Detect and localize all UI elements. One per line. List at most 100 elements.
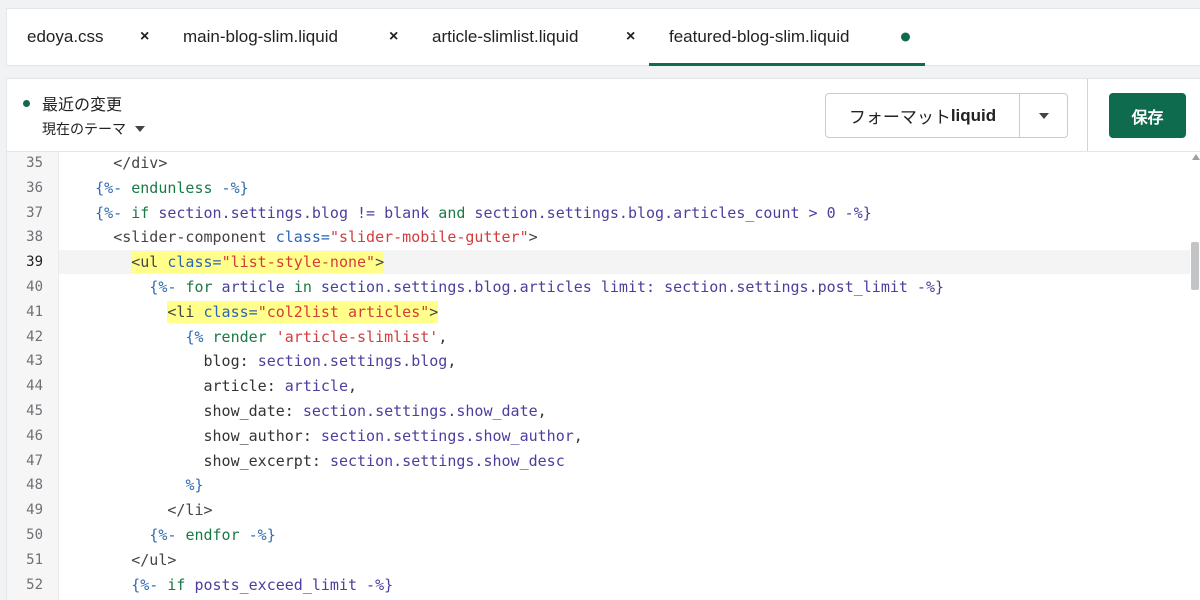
code-content: article: article, [204,377,358,395]
code-token: section.settings.blog [257,352,448,371]
code-content: %} [185,476,203,494]
close-icon[interactable]: × [626,28,635,46]
editor-tab-bar: edoya.css × main-blog-slim.liquid × arti… [6,8,1200,66]
code-content: blog: section.settings.blog, [204,352,457,370]
code-content: show_date: section.settings.show_date, [204,402,547,420]
code-content: </li> [167,501,212,519]
code-line[interactable]: </ul> [59,548,1190,572]
code-token: > [375,253,385,272]
line-number: 49 [26,502,43,519]
code-token: , [573,426,583,445]
code-token: {% [185,327,213,346]
code-line[interactable]: </li> [59,498,1190,522]
line-number: 40 [26,279,43,295]
line-number: 48 [26,477,43,494]
tab-featured-blog-slim[interactable]: featured-blog-slim.liquid [649,9,925,66]
code-token: {%- [149,526,186,544]
code-line[interactable]: {%- endunless -%} [59,176,1190,200]
code-token: -%} [212,178,249,197]
code-line[interactable]: <slider-component class="slider-mobile-g… [59,225,1190,249]
code-line[interactable]: {%- if section.settings.blog != blank an… [59,201,1190,225]
code-line[interactable]: <ul class="list-style-none"> [59,250,1190,275]
tab-label: main-blog-slim.liquid [183,27,338,46]
code-token: if [131,203,150,222]
code-token: section.settings.show_desc [329,451,565,470]
line-number: 46 [26,427,43,444]
close-icon[interactable]: × [389,28,398,46]
code-token: section.settings.blog != blank [149,203,439,222]
line-number: 50 [26,527,43,543]
code-content: {%- endfor -%} [149,526,275,544]
caret-down-icon [135,126,145,132]
code-token: {%- [95,203,132,222]
theme-select[interactable]: 現在のテーマ [42,119,145,139]
code-token: "col2list articles" [257,302,430,321]
format-button-group: フォーマット liquid [825,93,1068,138]
code-token: section.settings.show_author [320,426,574,445]
format-options-button[interactable] [1020,94,1067,137]
code-token: article: [203,377,285,396]
code-line[interactable]: show_excerpt: section.settings.show_desc [59,449,1190,473]
close-icon[interactable]: × [140,28,149,46]
vertical-scrollbar[interactable] [1190,152,1200,600]
save-button[interactable]: 保存 [1109,93,1186,138]
code-line[interactable]: <li class="col2list articles"> [59,300,1190,324]
code-line[interactable]: </div> [59,152,1190,175]
code-content: show_excerpt: section.settings.show_desc [204,452,565,470]
scroll-up-icon[interactable] [1192,154,1200,160]
caret-down-icon [1038,112,1049,119]
line-number: 38 [26,229,43,246]
format-liquid-button[interactable]: フォーマット liquid [826,94,1020,137]
code-token: article [212,278,294,296]
code-token: , [537,402,547,420]
code-line[interactable]: article: article, [59,374,1190,398]
code-token: class= [275,228,330,247]
scrollbar-thumb[interactable] [1191,242,1199,290]
code-token: class= [167,253,222,272]
unsaved-indicator-icon [901,32,910,42]
line-number: 36 [26,179,43,196]
tab-edoya-css[interactable]: edoya.css × [7,9,157,65]
code-token: blog: [203,352,258,371]
code-line[interactable]: show_author: section.settings.show_autho… [59,424,1190,448]
line-number: 42 [26,328,43,345]
code-line[interactable]: show_date: section.settings.show_date, [59,399,1190,423]
code-line[interactable]: {%- for article in section.settings.blog… [59,275,1190,299]
line-number: 47 [26,452,43,469]
code-token: class= [203,302,258,321]
code-line[interactable]: %} [59,473,1190,497]
code-line[interactable]: {% render 'article-slimlist', [59,325,1190,349]
code-editor[interactable]: 35 36 37 38 39 40 41 42 43 44 45 46 47 48 49 50 51 52 </d… [6,151,1200,600]
recent-changes[interactable]: 最近の変更 [23,91,122,115]
code-line[interactable]: {%- endfor -%} [59,523,1190,547]
code-token: <slider-component [113,228,276,247]
code-token: article [284,377,348,396]
code-token: "list-style-none" [221,253,376,272]
code-token: <li [167,302,204,321]
code-content: {%- endunless -%} [95,179,249,197]
line-number: 41 [26,303,43,320]
header-divider [1087,79,1088,152]
tab-main-blog-slim[interactable]: main-blog-slim.liquid × [157,9,406,65]
line-number: 35 [26,155,43,171]
code-token: section.settings.blog.articles limit: se… [311,278,945,296]
code-line[interactable]: blog: section.settings.blog, [59,349,1190,373]
code-line[interactable]: {%- if posts_exceed_limit -%} [59,573,1190,597]
code-token: "slider-mobile-gutter" [329,228,529,247]
code-token: show_author: [203,426,321,445]
tab-label: edoya.css [27,27,104,46]
code-token: 'article-slimlist' [275,327,439,346]
tab-article-slimlist[interactable]: article-slimlist.liquid × [406,9,649,65]
format-label-bold: liquid [950,105,997,125]
code-token: show_excerpt: [203,451,330,470]
code-token: and [438,203,466,222]
